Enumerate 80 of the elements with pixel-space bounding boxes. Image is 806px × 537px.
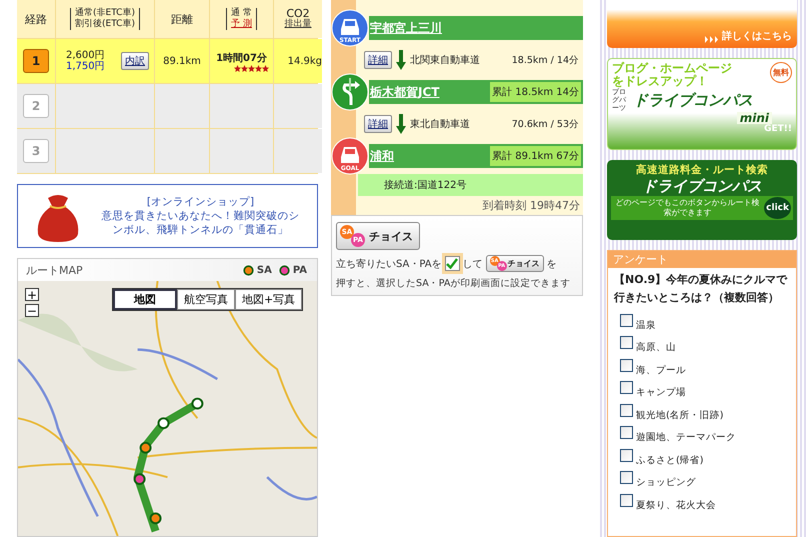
option-label: 遊園地、テーマパーク	[636, 431, 736, 444]
option-checkbox[interactable]	[620, 358, 633, 372]
road-name: 北関東自動車道	[410, 54, 481, 67]
header-text: 距離	[171, 14, 193, 24]
banner-title: ドライブコンパス	[633, 90, 753, 110]
option-label: 海、プール	[636, 364, 686, 376]
table-cell	[210, 84, 273, 128]
legend-label: PA	[292, 264, 307, 276]
distance-text: 89.1km	[163, 56, 201, 66]
cumulative-badge: 累計 89.1km 67分	[490, 146, 581, 166]
header-text: 経路	[25, 14, 47, 24]
click-badge: click	[764, 197, 791, 219]
table-cell	[155, 129, 209, 173]
option-checkbox[interactable]	[620, 404, 633, 416]
option-label: キャンプ場	[636, 386, 686, 399]
free-badge: 無料	[770, 62, 792, 83]
map-view-tab[interactable]: 地図	[113, 289, 177, 310]
route-number-button[interactable]: 1	[23, 49, 49, 73]
option-label: 温泉	[636, 318, 656, 332]
banner-title: ドライブコンパス	[642, 177, 762, 196]
table-cell	[274, 84, 322, 128]
shop-description: 意思を貫きたいあなたへ！難関突破のシンボル、飛騨トンネルの「貫通石」	[100, 209, 300, 237]
header-link[interactable]: 予 測	[231, 19, 252, 30]
map-view-tab[interactable]: 航空写真	[177, 289, 235, 310]
segment-distance: 18.5km / 14分	[512, 54, 579, 66]
header-link[interactable]: 排出量	[284, 19, 312, 30]
option-label: ふるさと(帰省)	[636, 454, 704, 466]
option-checkbox[interactable]	[620, 448, 633, 462]
map-view-tab[interactable]: 地図+写真	[235, 289, 302, 310]
table-cell	[155, 84, 209, 128]
banner-text: どのページでもこのボタンからルート検索ができます	[614, 198, 761, 218]
option-label: ショッピング	[636, 476, 696, 489]
map-title: ルートMAP	[26, 262, 83, 278]
option-checkbox[interactable]	[620, 426, 633, 439]
down-arrow-icon	[396, 50, 406, 70]
triangles-icon	[705, 36, 719, 43]
banner-link: 詳しくはこちら	[722, 30, 792, 43]
instruction-text: して	[462, 258, 483, 270]
banner-headline: ブログ・ホームページをドレスアップ！	[612, 62, 733, 88]
instruction-text: 立ち寄りたいSA・PAを	[336, 258, 442, 270]
option-checkbox[interactable]	[620, 494, 633, 506]
zoom-out-button[interactable]: −	[25, 304, 39, 317]
header-text: CO2	[286, 8, 310, 19]
header-text: 通 常	[231, 8, 252, 18]
connection-text: 接続道:国道122号	[384, 180, 466, 191]
cumulative-badge: 累計 18.5km 14分	[490, 82, 581, 102]
banner-subtitle: mini	[736, 112, 772, 124]
legend-label: SA	[256, 264, 272, 276]
breakdown-button[interactable]: 内訳	[121, 52, 149, 70]
normal-toll: 2,600円	[66, 50, 105, 61]
option-checkbox[interactable]	[620, 314, 633, 326]
table-cell	[210, 129, 273, 173]
instruction-text: 押すと、選択したSA・PAが印刷画面に設定できます	[336, 277, 572, 290]
banner-link: GET!!	[764, 124, 792, 134]
co2-text: 14.9kg	[288, 56, 322, 66]
survey-question: 【NO.9】今年の夏休みにクルマで行きたいところは？（複数回答）	[612, 272, 788, 306]
instruction-text: を	[546, 258, 557, 270]
detail-button[interactable]: 詳細	[364, 115, 392, 133]
survey-header: アンケート	[608, 251, 796, 268]
option-label: 観光地(名所・旧跡)	[636, 408, 724, 422]
option-label: 夏祭り、花火大会	[636, 498, 716, 512]
discount-toll: 1,750円	[66, 61, 105, 72]
arrival-time: 到着時刻 19時47分	[482, 199, 580, 212]
banner-headline: 高速道路料金・ルート検索	[636, 163, 768, 177]
option-checkbox[interactable]	[620, 381, 633, 394]
option-checkbox[interactable]	[620, 471, 633, 484]
segment-distance: 70.6km / 53分	[512, 118, 579, 130]
option-checkbox[interactable]	[620, 336, 633, 349]
detail-button[interactable]: 詳細	[364, 51, 392, 69]
header-text: 割引後(ETC車)	[75, 19, 135, 30]
junction-icon	[331, 73, 369, 111]
shop-banner[interactable]: [オンラインショップ] 意思を貫きたいあなたへ！難関突破のシンボル、飛騨トンネルの「貫通石」	[17, 184, 318, 248]
road-name: 東北自動車道	[410, 118, 471, 131]
zoom-in-button[interactable]: +	[25, 288, 39, 301]
header-text: 通常(非ETC車)	[75, 8, 135, 18]
time-text: 1時間07分	[216, 52, 267, 64]
option-label: 高原、山	[636, 341, 676, 354]
table-cell	[274, 129, 322, 173]
shop-title: [オンラインショップ]	[146, 195, 254, 209]
down-arrow-icon	[396, 114, 406, 134]
